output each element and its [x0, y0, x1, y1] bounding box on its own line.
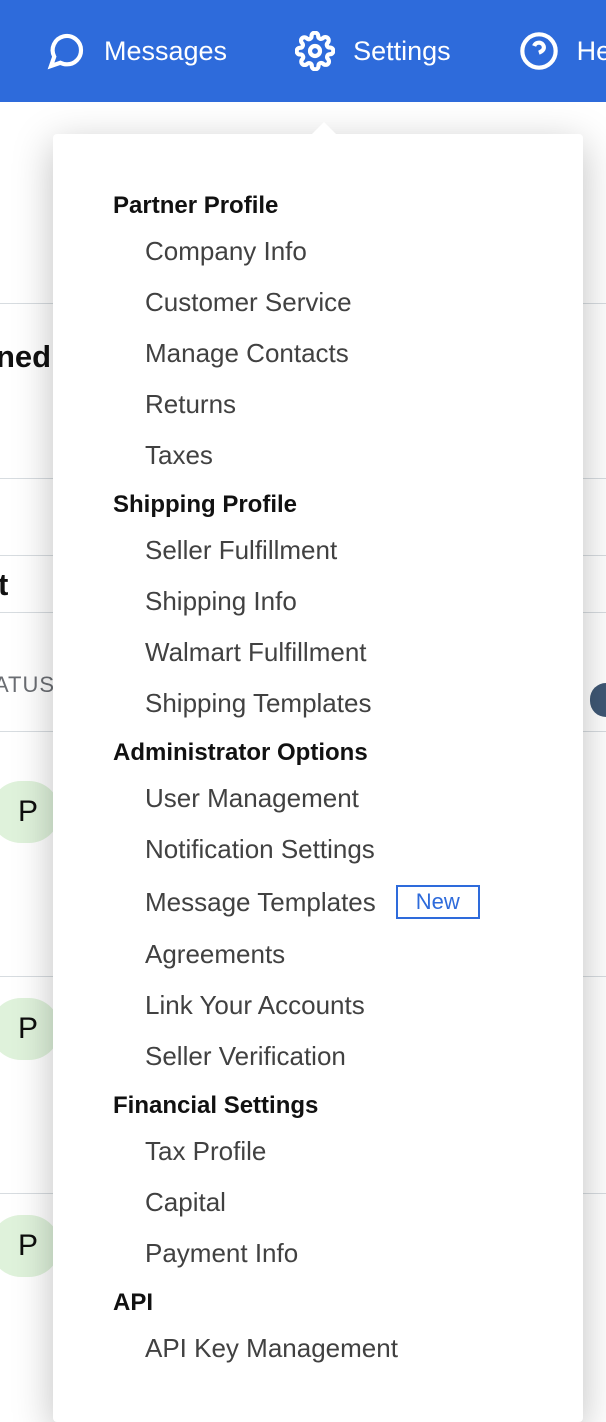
menu-shipping-info[interactable]: Shipping Info: [53, 576, 583, 627]
menu-link-accounts[interactable]: Link Your Accounts: [53, 980, 583, 1031]
menu-message-templates[interactable]: Message Templates New: [53, 875, 583, 929]
menu-notification-settings[interactable]: Notification Settings: [53, 824, 583, 875]
section-admin-options: Administrator Options: [53, 729, 583, 773]
menu-api-key-management[interactable]: API Key Management: [53, 1323, 583, 1374]
status-pill: P: [0, 781, 60, 843]
side-handle[interactable]: [590, 683, 606, 717]
menu-returns[interactable]: Returns: [53, 379, 583, 430]
nav-settings-label: Settings: [353, 36, 451, 67]
menu-seller-fulfillment[interactable]: Seller Fulfillment: [53, 525, 583, 576]
chat-icon: [46, 31, 86, 71]
gear-icon: [295, 31, 335, 71]
nav-settings[interactable]: Settings: [277, 0, 469, 102]
help-icon: [519, 31, 559, 71]
section-api: API: [53, 1279, 583, 1323]
menu-company-info[interactable]: Company Info: [53, 226, 583, 277]
bg-text-ned: ned: [0, 339, 51, 375]
menu-seller-verification[interactable]: Seller Verification: [53, 1031, 583, 1082]
status-pill: P: [0, 998, 60, 1060]
settings-dropdown: Partner Profile Company Info Customer Se…: [53, 134, 583, 1422]
nav-messages-label: Messages: [104, 36, 227, 67]
menu-capital[interactable]: Capital: [53, 1177, 583, 1228]
menu-manage-contacts[interactable]: Manage Contacts: [53, 328, 583, 379]
menu-agreements[interactable]: Agreements: [53, 929, 583, 980]
status-pill: P: [0, 1215, 60, 1277]
top-nav: Messages Settings Help: [0, 0, 606, 102]
section-partner-profile: Partner Profile: [53, 182, 583, 226]
nav-help[interactable]: Help: [501, 0, 606, 102]
menu-payment-info[interactable]: Payment Info: [53, 1228, 583, 1279]
section-shipping-profile: Shipping Profile: [53, 481, 583, 525]
bg-status-header: ATUS: [0, 672, 55, 698]
menu-tax-profile[interactable]: Tax Profile: [53, 1126, 583, 1177]
menu-taxes[interactable]: Taxes: [53, 430, 583, 481]
section-financial-settings: Financial Settings: [53, 1082, 583, 1126]
nav-help-label: Help: [577, 36, 606, 67]
menu-user-management[interactable]: User Management: [53, 773, 583, 824]
menu-walmart-fulfillment[interactable]: Walmart Fulfillment: [53, 627, 583, 678]
nav-messages[interactable]: Messages: [28, 0, 245, 102]
new-badge: New: [396, 885, 480, 919]
menu-shipping-templates[interactable]: Shipping Templates: [53, 678, 583, 729]
bg-text-t: t: [0, 567, 8, 603]
menu-customer-service[interactable]: Customer Service: [53, 277, 583, 328]
